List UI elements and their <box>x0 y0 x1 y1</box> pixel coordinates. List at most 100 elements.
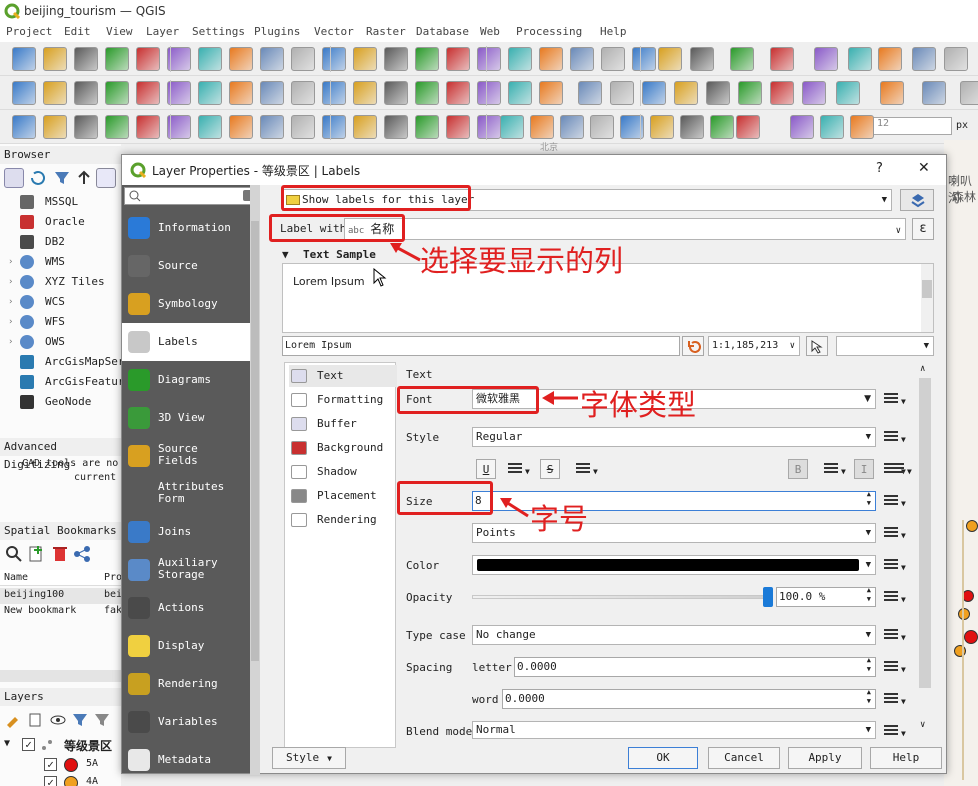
split-icon[interactable] <box>291 115 315 139</box>
grid-icon[interactable] <box>530 115 554 139</box>
blend-mode-select[interactable]: Normal ▼ <box>472 721 876 739</box>
attribute-table-icon[interactable] <box>601 47 625 71</box>
subtab-buffer[interactable]: Buffer <box>289 413 397 435</box>
data-defined-override-icon[interactable]: ▼ <box>884 722 908 740</box>
menu-item-layer[interactable]: Layer <box>146 25 179 38</box>
data-defined-override-icon[interactable]: ▼ <box>890 460 914 478</box>
data-defined-override-icon[interactable]: ▼ <box>884 690 908 708</box>
scroll-up-icon[interactable]: ∧ <box>920 364 925 374</box>
reshape-icon[interactable] <box>198 115 222 139</box>
new-project-icon[interactable] <box>12 47 36 71</box>
fill-ring-icon[interactable] <box>790 115 814 139</box>
cut-icon[interactable] <box>322 81 346 105</box>
save-icon[interactable] <box>814 47 838 71</box>
eye-icon[interactable] <box>48 710 68 730</box>
filter-icon[interactable] <box>52 168 72 188</box>
menu-item-web[interactable]: Web <box>480 25 500 38</box>
sidebar-item-source[interactable]: Source <box>122 247 250 285</box>
add-selected-icon[interactable] <box>4 168 24 188</box>
expression-filter-icon[interactable] <box>92 710 112 730</box>
save-as-icon[interactable] <box>848 47 872 71</box>
help-dialog-button[interactable]: Help <box>870 747 942 769</box>
spin-arrows-icon[interactable]: ▲ ▼ <box>867 490 871 508</box>
spin-arrows-icon[interactable]: ▲ ▼ <box>867 688 871 706</box>
add-feature-icon[interactable] <box>229 81 253 105</box>
pan-icon[interactable] <box>912 47 936 71</box>
open-icon[interactable] <box>770 47 794 71</box>
sidebar-item-symbology[interactable]: Symbology <box>122 285 250 323</box>
data-defined-override-icon[interactable]: ▼ <box>824 460 848 478</box>
distribute-icon[interactable] <box>500 115 524 139</box>
style-menu-button[interactable]: Style ▼ <box>272 747 346 769</box>
data-defined-override-icon[interactable]: ▼ <box>884 524 908 542</box>
sidebar-item-actions[interactable]: Actions <box>122 589 250 627</box>
layer-group-row[interactable]: ▼ ✓ 等级景区 <box>0 736 121 754</box>
map-point[interactable] <box>966 520 978 532</box>
sum-icon[interactable] <box>690 47 714 71</box>
expand-arrow-icon[interactable]: › <box>8 252 13 272</box>
help-button[interactable]: ? <box>876 161 883 176</box>
ok-button[interactable]: OK <box>628 747 698 769</box>
map-canvas[interactable]: 喇叭沟 森林 <box>944 140 978 786</box>
zoom-in-icon[interactable] <box>229 47 253 71</box>
open-icon[interactable] <box>43 47 67 71</box>
statistics-icon[interactable] <box>632 47 656 71</box>
add-group-icon[interactable] <box>26 710 46 730</box>
simplify-icon[interactable] <box>446 115 470 139</box>
sidebar-item-rendering[interactable]: Rendering <box>122 665 250 703</box>
fill-ring-icon[interactable] <box>74 115 98 139</box>
data-defined-override-icon[interactable]: ▼ <box>884 626 908 644</box>
script-icon[interactable] <box>738 81 762 105</box>
data-defined-override-icon[interactable]: ▼ <box>884 588 908 606</box>
menu-item-help[interactable]: Help <box>600 25 627 38</box>
split-parts-icon[interactable] <box>322 115 346 139</box>
collapse-icon[interactable] <box>74 168 94 188</box>
class-visibility-checkbox[interactable]: ✓ <box>44 758 57 771</box>
map-scale-button[interactable] <box>806 336 828 356</box>
menu-item-raster[interactable]: Raster <box>366 25 406 38</box>
refresh-icon[interactable] <box>477 47 501 71</box>
new-project-icon[interactable] <box>730 47 754 71</box>
style-select[interactable]: Regular ▼ <box>472 427 876 447</box>
refresh-icon[interactable] <box>28 168 48 188</box>
layer-visibility-checkbox[interactable]: ✓ <box>22 738 35 751</box>
add-layer-icon[interactable] <box>802 81 826 105</box>
filter-icon[interactable] <box>70 710 90 730</box>
merge-icon[interactable] <box>353 115 377 139</box>
zoom-out-icon[interactable] <box>260 47 284 71</box>
background-color-select[interactable]: ▼ <box>836 336 934 356</box>
subtab-shadow[interactable]: Shadow <box>289 461 397 483</box>
subtab-rendering[interactable]: Rendering <box>289 509 397 531</box>
table-row[interactable]: beijing100 bei <box>0 588 122 604</box>
save-edits-icon[interactable] <box>198 81 222 105</box>
rotate-icon[interactable] <box>415 115 439 139</box>
horizontal-scrollbar[interactable] <box>0 670 121 682</box>
move-feature-icon[interactable] <box>260 81 284 105</box>
map-point[interactable] <box>964 630 978 644</box>
data-defined-override-icon[interactable]: ▼ <box>576 460 600 478</box>
properties-icon[interactable] <box>96 168 116 188</box>
highlight-icon[interactable] <box>539 81 563 105</box>
sidebar-item-display[interactable]: Display <box>122 627 250 665</box>
collapse-arrow-icon[interactable]: ▼ <box>282 248 289 261</box>
expand-arrow-icon[interactable]: › <box>8 332 13 352</box>
subtab-formatting[interactable]: Formatting <box>289 389 397 411</box>
menu-item-project[interactable]: Project <box>6 25 52 38</box>
auto-labeling-button[interactable] <box>900 189 934 211</box>
table-row[interactable]: New bookmark fak <box>0 604 122 620</box>
data-defined-override-icon[interactable]: ▼ <box>884 658 908 676</box>
pan-to-selection-icon[interactable] <box>198 47 222 71</box>
database-icon[interactable] <box>706 81 730 105</box>
add-ring-icon[interactable] <box>736 115 760 139</box>
save-as-icon[interactable] <box>105 47 129 71</box>
tracing-icon[interactable] <box>650 115 674 139</box>
save-icon[interactable] <box>74 47 98 71</box>
menu-item-database[interactable]: Database <box>416 25 469 38</box>
snapping-tolerance-icon[interactable] <box>680 115 704 139</box>
data-defined-override-icon[interactable]: ▼ <box>884 556 908 574</box>
expand-arrow-icon[interactable]: › <box>8 272 13 292</box>
italic-button[interactable]: I <box>854 459 874 479</box>
spin-arrows-icon[interactable]: ▲ ▼ <box>867 656 871 674</box>
change-label-icon[interactable] <box>674 81 698 105</box>
expression-button[interactable]: ε <box>912 218 934 240</box>
